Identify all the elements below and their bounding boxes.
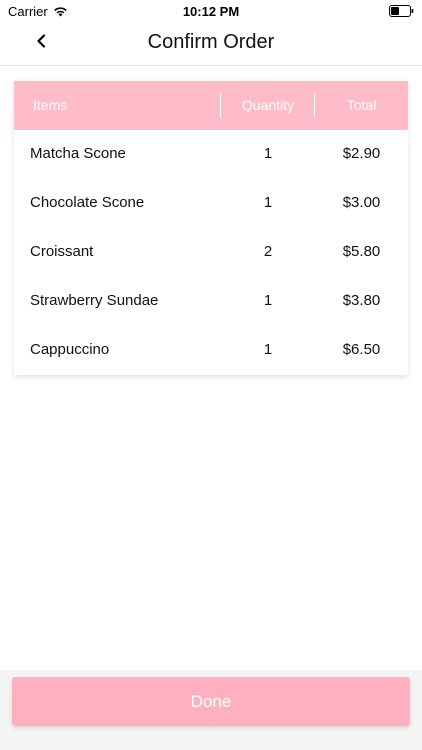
table-row: Cappuccino 1 $6.50 — [14, 326, 408, 375]
item-name: Strawberry Sundae — [30, 292, 159, 309]
item-quantity: 1 — [263, 145, 273, 162]
bottom-bar: Done — [0, 670, 422, 750]
order-table: Items Quantity Total Matcha Scone 1 $2.9… — [14, 81, 408, 375]
page-title: Confirm Order — [147, 31, 275, 53]
table-header: Items Quantity Total — [14, 81, 408, 130]
item-quantity: 1 — [263, 292, 273, 309]
table-row: Croissant 2 $5.80 — [14, 228, 408, 277]
item-total: $3.80 — [342, 292, 381, 309]
item-total: $3.00 — [342, 194, 381, 211]
item-total: $6.50 — [342, 341, 381, 358]
item-quantity: 1 — [263, 341, 273, 358]
table-row: Matcha Scone 1 $2.90 — [14, 130, 408, 179]
done-button[interactable]: Done — [12, 677, 410, 726]
item-name: Croissant — [30, 243, 94, 260]
item-quantity: 1 — [263, 194, 273, 211]
item-name: Chocolate Scone — [30, 194, 145, 211]
status-bar: Carrier 10:12 PM — [0, 0, 422, 22]
status-time: 10:12 PM — [182, 4, 240, 19]
item-name: Cappuccino — [30, 341, 110, 358]
battery-icon — [389, 5, 414, 17]
header-items: Items — [33, 97, 68, 113]
table-row: Strawberry Sundae 1 $3.80 — [14, 277, 408, 326]
table-row: Chocolate Scone 1 $3.00 — [14, 179, 408, 228]
item-total: $2.90 — [342, 145, 381, 162]
nav-bar: Confirm Order — [0, 22, 422, 66]
header-total: Total — [346, 97, 377, 113]
header-quantity: Quantity — [241, 97, 295, 113]
item-name: Matcha Scone — [30, 145, 126, 162]
item-total: $5.80 — [342, 243, 381, 260]
item-quantity: 2 — [263, 243, 273, 260]
